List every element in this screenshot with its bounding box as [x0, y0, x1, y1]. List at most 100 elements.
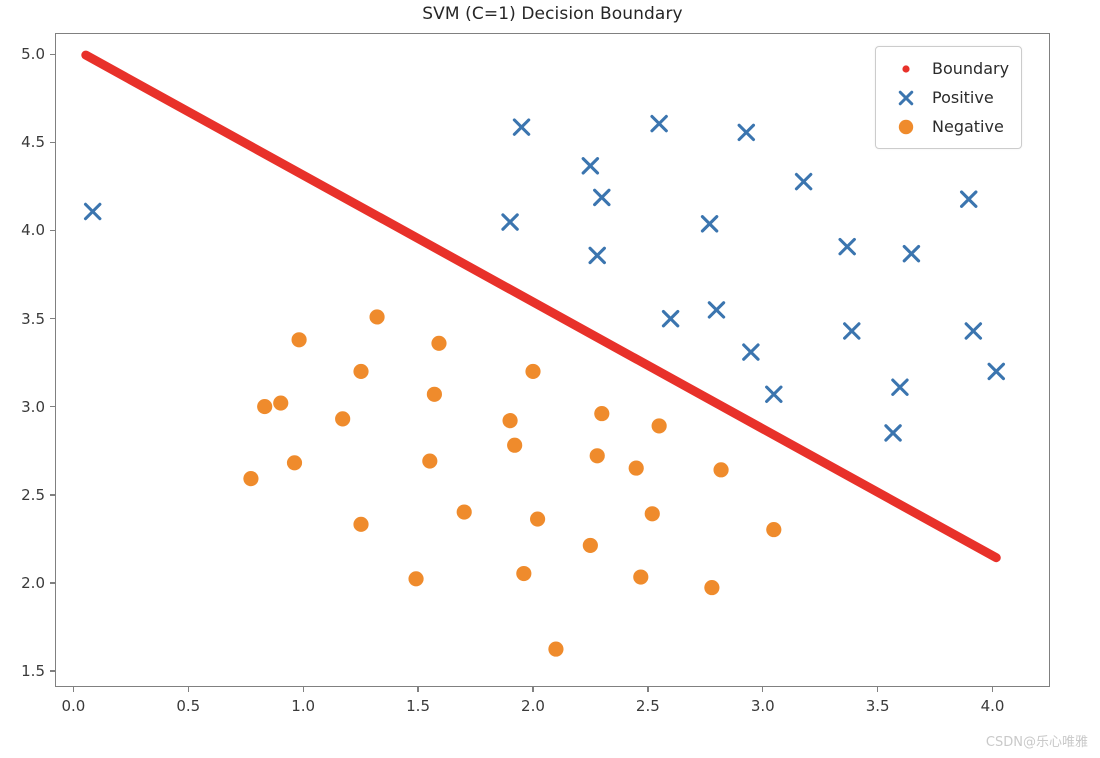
x-tick-label: 0.5 — [176, 697, 201, 715]
data-point-negative — [589, 448, 605, 464]
data-point-positive — [765, 385, 783, 403]
y-tick-label: 1.5 — [21, 662, 45, 681]
data-point-positive — [884, 424, 902, 442]
y-tick-label: 3.5 — [21, 309, 45, 328]
y-tick-mark — [50, 317, 55, 320]
x-tick-mark — [302, 687, 304, 692]
y-tick-mark — [50, 141, 55, 143]
blue-x-icon — [886, 88, 926, 108]
data-point-positive — [700, 215, 719, 233]
data-point-negative — [369, 309, 385, 325]
data-point-positive — [512, 118, 531, 136]
y-tick-mark — [50, 670, 55, 672]
y-tick-label: 5.0 — [21, 45, 45, 64]
x-tick-mark — [762, 687, 764, 692]
x-tick-mark — [877, 687, 879, 692]
y-tick-label: 4.0 — [21, 221, 45, 240]
y-tick-label: 2.0 — [21, 573, 45, 592]
y-tick-label: 3.0 — [21, 397, 45, 416]
y-tick-mark — [50, 229, 55, 232]
data-point-negative — [422, 453, 438, 469]
data-point-positive — [588, 246, 606, 265]
data-point-negative — [431, 335, 447, 351]
data-point-positive — [581, 157, 600, 175]
data-point-negative — [525, 363, 541, 379]
data-point-negative — [502, 413, 518, 429]
x-tick-label: 1.0 — [291, 697, 316, 715]
data-point-positive — [737, 123, 756, 142]
legend-label: Negative — [932, 117, 1004, 136]
y-tick-label: 4.5 — [21, 133, 45, 152]
decision-boundary-line — [81, 50, 1001, 563]
data-point-negative — [628, 460, 644, 476]
data-point-negative — [713, 462, 729, 478]
legend-label: Boundary — [932, 59, 1010, 78]
y-tick-mark — [50, 406, 55, 408]
data-point-negative — [353, 516, 369, 532]
data-point-positive — [593, 188, 611, 207]
x-tick-label: 3.5 — [865, 697, 890, 715]
data-point-positive — [83, 202, 102, 221]
data-point-negative — [507, 437, 523, 453]
small-red-dot-icon — [886, 59, 926, 79]
x-tick-label: 2.0 — [521, 697, 545, 715]
matplotlib-figure: SVM (C=1) Decision Boundary 1.5 2.0 2.5 3.0… — [0, 0, 1100, 758]
data-point-positive — [501, 213, 519, 231]
data-point-negative — [408, 571, 424, 587]
data-point-positive — [661, 309, 680, 328]
y-tick-label: 2.5 — [21, 485, 45, 504]
data-point-positive — [707, 301, 726, 319]
data-point-negative — [704, 580, 720, 596]
legend-label: Positive — [932, 88, 994, 107]
series-positive — [83, 114, 1005, 442]
data-point-positive — [891, 378, 909, 396]
data-point-negative — [530, 511, 546, 527]
orange-circle-icon — [886, 117, 926, 137]
x-tick-mark — [532, 687, 534, 692]
data-point-negative — [335, 411, 351, 427]
data-point-negative — [633, 569, 649, 585]
data-point-negative — [582, 537, 598, 553]
data-point-negative — [651, 418, 667, 434]
data-point-positive — [742, 343, 760, 361]
series-boundary — [81, 50, 1001, 563]
data-point-negative — [353, 363, 369, 379]
x-tick-mark — [187, 687, 189, 692]
x-tick-label: 0.0 — [61, 697, 86, 715]
data-point-positive — [902, 244, 921, 263]
data-point-negative — [766, 522, 782, 538]
series-negative — [243, 309, 782, 657]
data-point-negative — [426, 386, 442, 402]
page-title: SVM (C=1) Decision Boundary — [422, 4, 683, 24]
x-tick-label: 3.0 — [750, 697, 775, 715]
data-point-negative — [456, 504, 472, 520]
data-point-negative — [291, 332, 307, 348]
y-tick-mark — [50, 494, 55, 496]
legend-item-positive[interactable]: Positive — [886, 83, 1009, 112]
chart-legend: Boundary Positive Negative — [875, 46, 1023, 149]
x-tick-label: 2.5 — [635, 697, 660, 715]
data-point-positive — [964, 322, 983, 340]
data-point-positive — [843, 322, 861, 340]
data-point-positive — [987, 362, 1005, 381]
data-point-positive — [650, 114, 668, 133]
legend-item-negative[interactable]: Negative — [886, 112, 1009, 141]
watermark-text: CSDN@乐心唯雅 — [985, 735, 1088, 750]
data-point-negative — [548, 641, 564, 657]
data-point-negative — [286, 455, 303, 471]
x-tick-label: 4.0 — [980, 697, 1005, 715]
x-tick-mark — [647, 687, 649, 692]
data-point-negative — [273, 395, 289, 411]
legend-item-boundary[interactable]: Boundary — [886, 54, 1009, 83]
data-point-negative — [243, 471, 259, 487]
data-point-negative — [644, 506, 660, 522]
data-point-negative — [594, 406, 610, 422]
data-point-positive — [838, 237, 856, 256]
y-tick-mark — [50, 53, 55, 55]
x-tick-mark — [417, 687, 419, 692]
x-tick-mark — [991, 687, 994, 692]
data-point-positive — [794, 172, 813, 191]
data-point-negative — [516, 565, 532, 582]
data-point-negative — [257, 398, 273, 415]
x-tick-mark — [72, 687, 75, 692]
